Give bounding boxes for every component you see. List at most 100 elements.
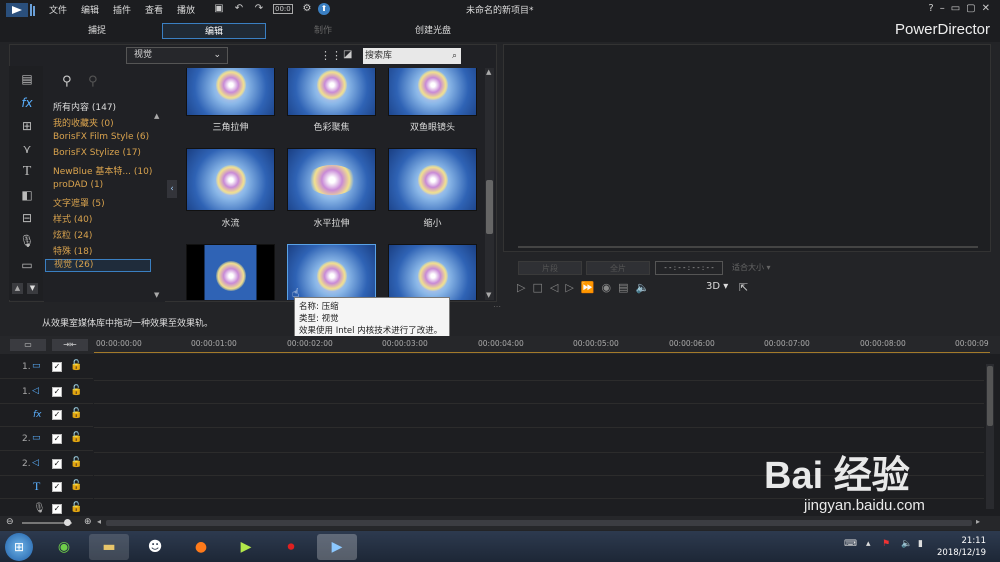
- lock-icon[interactable]: 🔓: [70, 360, 82, 371]
- zoom-slider-handle[interactable]: [64, 519, 71, 526]
- scroll-up-icon[interactable]: ▲: [12, 283, 23, 294]
- category-special[interactable]: 特殊 (18): [53, 244, 92, 257]
- category-newblue[interactable]: NewBlue 基本特... (10): [53, 164, 152, 177]
- movie-mode-button[interactable]: 全片: [586, 261, 650, 275]
- category-borisfx-film[interactable]: BorisFX Film Style (6): [53, 132, 149, 142]
- snapshot-icon[interactable]: ◉: [602, 281, 619, 294]
- gear-icon[interactable]: ⚙: [301, 3, 313, 15]
- subtitle-icon[interactable]: ▤: [618, 281, 635, 294]
- library-scroll-thumb[interactable]: [486, 180, 493, 234]
- zoom-in-icon[interactable]: ⊕: [84, 517, 92, 527]
- tab-capture[interactable]: 捕捉: [47, 23, 147, 39]
- track-enable-checkbox[interactable]: ✓: [52, 434, 62, 444]
- lock-icon[interactable]: 🔓: [70, 502, 82, 513]
- stop-icon[interactable]: □: [532, 281, 549, 294]
- scroll-left-icon[interactable]: ◂: [97, 517, 101, 526]
- security-icon[interactable]: ⚑: [882, 539, 890, 549]
- timeline-ruler[interactable]: 00:00:00:00 00:00:01:00 00:00:02:00 00:0…: [94, 336, 990, 354]
- 360-browser-icon[interactable]: ◉: [44, 534, 84, 560]
- window-controls[interactable]: ?–▭▢✕: [928, 3, 996, 14]
- volume-icon[interactable]: 🔈: [636, 281, 657, 294]
- grid-view-icon[interactable]: ⋮⋮: [320, 49, 342, 62]
- menu-plugins[interactable]: 插件: [113, 3, 131, 16]
- effect-thumb[interactable]: [388, 244, 477, 300]
- track-row[interactable]: [94, 429, 984, 453]
- keyboard-icon[interactable]: ⌨: [844, 539, 857, 549]
- track-enable-checkbox[interactable]: ✓: [52, 482, 62, 492]
- tab-edit[interactable]: 编辑: [162, 23, 266, 39]
- start-button[interactable]: ⊞: [5, 533, 33, 561]
- menu-play[interactable]: 播放: [177, 3, 195, 16]
- category-borisfx-stylize[interactable]: BorisFX Stylize (17): [53, 148, 141, 158]
- track-enable-checkbox[interactable]: ✓: [52, 504, 62, 514]
- timecode-field[interactable]: - - : - - : - - : - -: [655, 261, 723, 275]
- add-tag-icon[interactable]: ⚲: [62, 74, 72, 89]
- category-favorites[interactable]: 我的收藏夹 (0): [53, 116, 114, 129]
- undo-icon[interactable]: ↶: [233, 3, 245, 15]
- volume-tray-icon[interactable]: 🔈: [901, 539, 912, 549]
- category-prodad[interactable]: proDAD (1): [53, 180, 103, 190]
- scroll-up-arrow-icon[interactable]: ▲: [486, 68, 491, 76]
- play-icon[interactable]: ▷: [517, 281, 532, 294]
- menu-edit[interactable]: 编辑: [81, 3, 99, 16]
- category-particle[interactable]: 炫粒 (24): [53, 228, 92, 241]
- powerdirector-taskbar-icon[interactable]: ▶: [317, 534, 357, 560]
- search-icon[interactable]: ⌕: [452, 48, 457, 64]
- undock-icon[interactable]: ⇱: [739, 281, 748, 294]
- menu-file[interactable]: 文件: [49, 3, 67, 16]
- zoom-out-icon[interactable]: ⊖: [6, 517, 14, 527]
- tab-create-disc[interactable]: 创建光盘: [383, 23, 483, 39]
- pip-room-icon[interactable]: ⊞: [19, 118, 35, 134]
- category-style[interactable]: 样式 (40): [53, 212, 92, 225]
- firefox-icon[interactable]: ●: [181, 534, 221, 560]
- fast-forward-icon[interactable]: ⏩: [581, 281, 602, 294]
- media-room-icon[interactable]: ▤: [19, 71, 35, 87]
- search-input[interactable]: 搜索库 ⌕: [363, 48, 461, 64]
- lock-icon[interactable]: 🔓: [70, 432, 82, 443]
- effect-filter-select[interactable]: 视觉 ⌄: [126, 47, 228, 64]
- category-visual[interactable]: 视觉 (26): [45, 259, 151, 272]
- track-enable-checkbox[interactable]: ✓: [52, 387, 62, 397]
- scroll-down-icon[interactable]: ▼: [27, 283, 38, 294]
- particle-room-icon[interactable]: ⋎: [19, 141, 35, 157]
- scroll-down-arrow-icon[interactable]: ▼: [486, 291, 491, 299]
- upgrade-icon[interactable]: ⬆: [318, 3, 330, 15]
- recorder-icon[interactable]: ⏺: [271, 534, 311, 560]
- preview-progress-track[interactable]: [518, 246, 978, 248]
- effect-thumb[interactable]: [388, 68, 477, 116]
- effect-thumb[interactable]: [186, 68, 275, 116]
- file-explorer-icon[interactable]: ▬: [89, 534, 129, 560]
- track-enable-checkbox[interactable]: ✓: [52, 459, 62, 469]
- redo-icon[interactable]: ↷: [253, 3, 265, 15]
- save-icon[interactable]: ▣: [213, 3, 225, 15]
- resize-handle[interactable]: ⋯: [493, 302, 501, 311]
- voice-over-icon[interactable]: 🎙: [19, 233, 35, 249]
- collapse-panel-button[interactable]: ‹: [167, 180, 177, 198]
- clip-mode-button[interactable]: 片段: [518, 261, 582, 275]
- lock-icon[interactable]: 🔓: [70, 457, 82, 468]
- track-enable-checkbox[interactable]: ✓: [52, 410, 62, 420]
- transition-room-icon[interactable]: ◧: [19, 187, 35, 203]
- track-enable-checkbox[interactable]: ✓: [52, 362, 62, 372]
- effect-thumb[interactable]: [186, 244, 275, 300]
- category-all[interactable]: 所有内容 (147): [53, 100, 116, 113]
- 3d-mode-button[interactable]: 3D ▾: [706, 281, 728, 292]
- timeline-vscroll-thumb[interactable]: [987, 366, 993, 426]
- chapter-room-icon[interactable]: ▭: [19, 257, 35, 273]
- scroll-up-arrow-icon[interactable]: ▲: [154, 112, 159, 120]
- audio-mixing-icon[interactable]: ⊟: [19, 210, 35, 226]
- timecode-badge[interactable]: 00:0: [273, 4, 293, 14]
- qq-icon[interactable]: ☻: [135, 534, 175, 560]
- cyberlink-icon[interactable]: ▶: [226, 534, 266, 560]
- timeline-hscroll-thumb[interactable]: [106, 520, 972, 526]
- track-row[interactable]: [94, 382, 984, 404]
- category-text-mask[interactable]: 文字遮罩 (5): [53, 196, 105, 209]
- prev-frame-icon[interactable]: ◁: [550, 281, 565, 294]
- lock-icon[interactable]: 🔓: [70, 480, 82, 491]
- tab-produce[interactable]: 制作: [273, 23, 373, 39]
- effect-thumb[interactable]: [186, 148, 275, 211]
- title-room-icon[interactable]: T: [19, 164, 35, 180]
- effect-thumb[interactable]: [388, 148, 477, 211]
- track-row[interactable]: [94, 405, 984, 428]
- fit-timeline-button[interactable]: ⇥⇤: [52, 339, 88, 351]
